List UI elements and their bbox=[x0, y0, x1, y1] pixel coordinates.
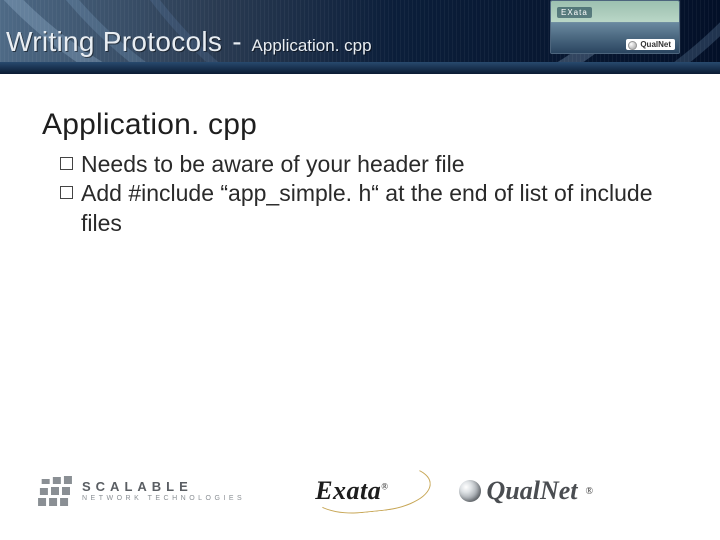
slide-header: EXata QualNet Writing Protocols - Applic… bbox=[0, 0, 720, 74]
header-inset-card: EXata QualNet bbox=[550, 0, 680, 54]
title-sub: Application. cpp bbox=[252, 36, 372, 56]
slide: EXata QualNet Writing Protocols - Applic… bbox=[0, 0, 720, 540]
scalable-line2: NETWORK TECHNOLOGIES bbox=[82, 495, 245, 502]
scalable-line1: SCALABLE bbox=[82, 480, 245, 493]
bullet-box-icon bbox=[60, 186, 73, 199]
bullet-list: Needs to be aware of your header file Ad… bbox=[60, 150, 680, 238]
bullet-item: Add #include “app_simple. h“ at the end … bbox=[60, 179, 680, 238]
title-main: Writing Protocols bbox=[6, 26, 222, 58]
slide-footer: SCALABLE NETWORK TECHNOLOGIES Exata® Qua… bbox=[40, 466, 680, 516]
logo-exata: Exata® bbox=[315, 476, 388, 506]
slide-title: Writing Protocols - Application. cpp bbox=[6, 26, 372, 58]
qualnet-wordmark: QualNet bbox=[487, 476, 578, 506]
bullet-text: Needs to be aware of your header file bbox=[81, 150, 465, 179]
logo-scalable: SCALABLE NETWORK TECHNOLOGIES bbox=[40, 476, 245, 506]
inset-qualnet-badge: QualNet bbox=[626, 39, 675, 50]
bullet-text: Add #include “app_simple. h“ at the end … bbox=[81, 179, 680, 238]
scalable-wordmark: SCALABLE NETWORK TECHNOLOGIES bbox=[82, 480, 245, 502]
registered-icon: ® bbox=[586, 486, 593, 497]
title-separator: - bbox=[232, 26, 241, 58]
inset-exata-badge: EXata bbox=[557, 7, 592, 18]
bullet-box-icon bbox=[60, 157, 73, 170]
slide-body: Application. cpp Needs to be aware of yo… bbox=[42, 108, 680, 238]
logo-qualnet: QualNet ® bbox=[459, 476, 593, 506]
bullet-item: Needs to be aware of your header file bbox=[60, 150, 680, 179]
exata-swirl-icon bbox=[309, 460, 433, 518]
section-heading: Application. cpp bbox=[42, 108, 680, 142]
scalable-mark-icon bbox=[37, 476, 72, 506]
qualnet-sphere-icon bbox=[459, 480, 481, 502]
